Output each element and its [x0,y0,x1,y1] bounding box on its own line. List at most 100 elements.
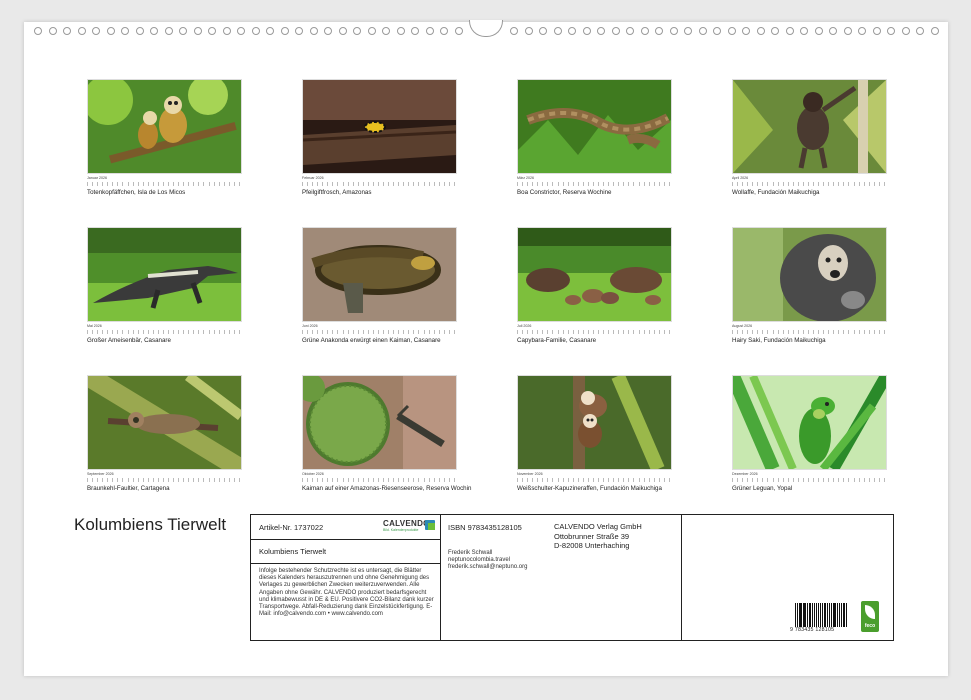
day-tick [168,330,171,334]
day-tick [102,330,105,334]
month-caption: Totenkopfäffchen, Isla de Los Micos [87,189,186,196]
day-tick [747,330,750,334]
month-11: November 2026 Weißschulter-Kapuzineraffen… [517,375,672,492]
day-tick [807,478,811,482]
day-tick [312,182,315,186]
day-tick [208,182,212,186]
day-tick [592,182,596,186]
day-tick [347,182,351,186]
day-tick [762,182,765,186]
day-tick [517,478,520,482]
month-photo [87,227,242,322]
day-tick [393,478,396,482]
day-tick [193,330,196,334]
day-tick [547,330,550,334]
day-tick [653,182,657,186]
day-tick [122,478,125,482]
day-tick [92,478,95,482]
month-days-strip [302,180,457,186]
day-tick [403,478,406,482]
day-tick [792,478,796,482]
day-tick [772,478,776,482]
day-tick [807,330,811,334]
day-tick [433,182,437,186]
binding-ring-icon [582,27,591,35]
day-tick [572,182,576,186]
barcode-bar [812,603,813,627]
day-tick [107,478,110,482]
day-tick [552,330,555,334]
day-tick [638,478,642,482]
binding-ring-icon [237,27,245,35]
day-tick [577,182,581,186]
info-panel: Artikel-Nr. 1737022 CALVENDO Bild. Kalen… [250,514,894,641]
day-tick [357,330,361,334]
day-tick [352,478,356,482]
day-tick [332,330,335,334]
binding-ring-icon [887,27,895,35]
binding-ring-icon [92,27,100,35]
day-tick [302,182,305,186]
day-tick [238,182,242,186]
day-tick [157,182,161,186]
day-tick [878,182,882,186]
legal-notice: Infolge bestehender Schutzrechte ist es … [259,568,434,618]
day-tick [792,182,796,186]
binding-ring-icon [930,27,939,35]
day-tick [618,478,621,482]
day-tick [577,478,581,482]
day-tick [362,330,366,334]
barcode-bar [815,603,817,627]
month-caption: Grüne Anakonda erwürgt einen Kaiman, Cas… [302,337,441,344]
binding-ring-icon [280,27,289,35]
day-tick [868,478,872,482]
month-photo [517,375,672,470]
day-tick [517,330,520,334]
binding-ring-icon [640,27,649,35]
day-tick [188,182,191,186]
barcode-bar [837,603,838,627]
day-tick [777,330,781,334]
day-tick [638,330,642,334]
day-tick [757,478,760,482]
day-tick [418,330,421,334]
day-tick [418,182,421,186]
day-tick [828,330,831,334]
day-tick [332,182,335,186]
day-tick [203,478,206,482]
day-tick [542,182,545,186]
day-tick [178,330,181,334]
day-tick [347,330,351,334]
day-tick [878,330,882,334]
day-tick [772,330,776,334]
month-caption: Braunkehl-Faultier, Cartagena [87,485,170,492]
day-tick [813,330,816,334]
month-10: Oktober 2026 Kaiman auf einer Amazonas-Ri… [302,375,471,492]
day-tick [87,182,90,186]
day-tick [307,182,310,186]
day-tick [663,478,667,482]
day-tick [633,182,636,186]
barcode-bar [834,603,837,627]
day-tick [658,478,662,482]
binding-ring-icon [785,27,794,35]
day-tick [838,330,841,334]
day-tick [592,478,596,482]
day-tick [213,182,217,186]
day-tick [122,330,125,334]
month-days-strip [732,180,887,186]
day-tick [623,330,626,334]
day-tick [757,182,760,186]
day-tick [737,330,740,334]
day-tick [853,182,857,186]
day-tick [137,330,141,334]
day-tick [653,330,657,334]
binding-ring-icon [440,27,448,35]
day-tick [208,478,212,482]
day-tick [542,330,545,334]
day-tick [218,478,222,482]
day-tick [233,330,237,334]
day-tick [198,478,201,482]
binding-ring-icon [872,27,881,35]
day-tick [777,478,781,482]
